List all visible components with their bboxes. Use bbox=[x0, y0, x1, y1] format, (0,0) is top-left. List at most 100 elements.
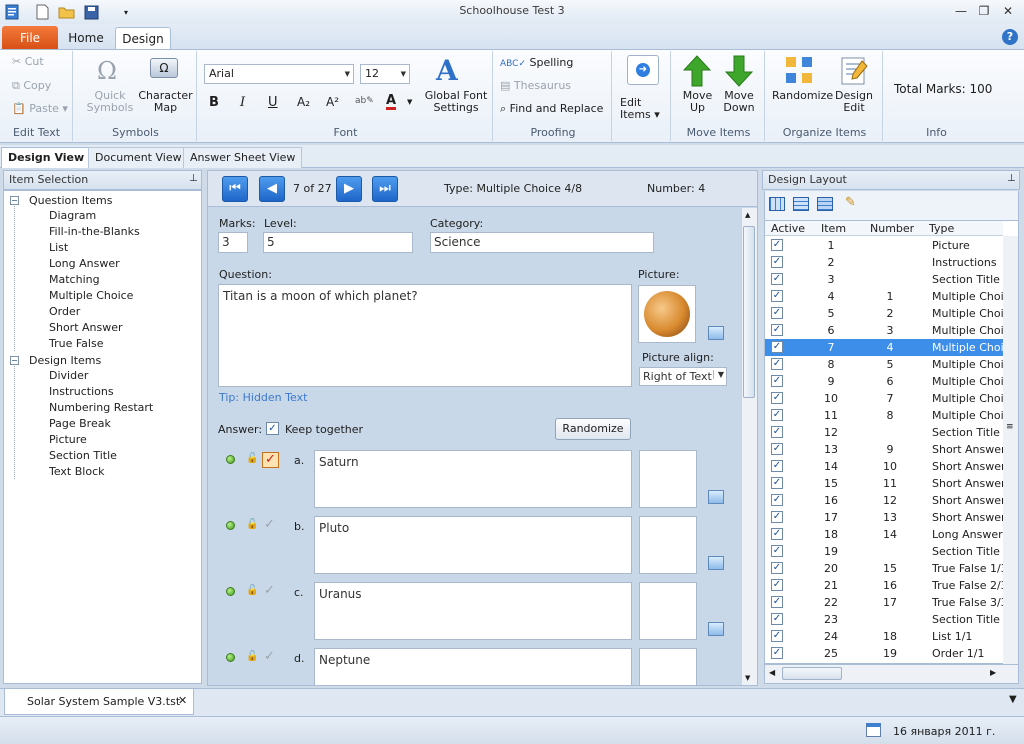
answer-picture[interactable] bbox=[639, 648, 697, 685]
active-checkbox[interactable]: ✓ bbox=[771, 528, 783, 540]
first-item-button[interactable]: ⏮ bbox=[222, 176, 248, 202]
font-color-button[interactable]: A bbox=[386, 94, 397, 110]
font-size-select[interactable]: 12 ▼ bbox=[360, 64, 410, 84]
answer-input[interactable]: Neptune bbox=[314, 648, 632, 685]
tab-home[interactable]: Home bbox=[62, 27, 110, 50]
subscript-button[interactable]: A₂ bbox=[297, 95, 310, 109]
grid-row[interactable]: ✓ 24 18 List 1/1 bbox=[765, 628, 1003, 645]
check-mark-icon[interactable]: ✓ bbox=[264, 583, 275, 598]
active-checkbox[interactable]: ✓ bbox=[771, 426, 783, 438]
question-picture[interactable] bbox=[638, 285, 696, 343]
tree-item-instructions[interactable]: Instructions bbox=[34, 384, 184, 400]
active-checkbox[interactable]: ✓ bbox=[771, 358, 783, 370]
question-input[interactable]: Titan is a moon of which planet? bbox=[218, 284, 632, 387]
tab-design[interactable]: Design bbox=[115, 27, 171, 50]
tree-item-section-title[interactable]: Section Title bbox=[34, 448, 184, 464]
tab-file[interactable]: File bbox=[2, 26, 58, 50]
hidden-text-tip[interactable]: Tip: Hidden Text bbox=[219, 391, 307, 404]
collapse-icon[interactable]: − bbox=[10, 196, 19, 205]
italic-button[interactable]: I bbox=[240, 95, 245, 110]
grid-row[interactable]: ✓ 13 9 Short Answer 1 bbox=[765, 441, 1012, 458]
active-checkbox[interactable]: ✓ bbox=[771, 341, 783, 353]
active-checkbox[interactable]: ✓ bbox=[771, 460, 783, 472]
active-checkbox[interactable]: ✓ bbox=[771, 511, 783, 523]
category-input[interactable]: Science bbox=[430, 232, 654, 253]
column-header-active[interactable]: Active bbox=[771, 221, 805, 236]
minimize-icon[interactable]: — bbox=[950, 4, 972, 20]
lock-icon[interactable]: 🔓 bbox=[246, 520, 258, 530]
font-name-select[interactable]: Arial ▼ bbox=[204, 64, 354, 84]
active-checkbox[interactable]: ✓ bbox=[771, 409, 783, 421]
chevron-down-icon[interactable]: ▼ bbox=[407, 98, 412, 106]
column-header-number[interactable]: Number bbox=[870, 221, 914, 236]
grid-row[interactable]: ✓ 8 5 Multiple Choice bbox=[765, 356, 1012, 373]
help-icon[interactable]: ? bbox=[1002, 29, 1018, 45]
move-down-button[interactable]: Move Down bbox=[720, 90, 758, 114]
tab-document-view[interactable]: Document View bbox=[88, 147, 189, 168]
insert-picture-icon[interactable] bbox=[708, 556, 724, 570]
grid-row[interactable]: ✓ 6 3 Multiple Choice bbox=[765, 322, 1012, 339]
find-replace-button[interactable]: ⌕ Find and Replace bbox=[500, 103, 603, 115]
close-tab-icon[interactable]: ✕ bbox=[178, 694, 187, 707]
grid-row[interactable]: ✓ 20 15 True False 1/3 bbox=[765, 560, 1008, 577]
correct-answer-checkbox[interactable]: ✓ bbox=[262, 452, 279, 468]
copy-button[interactable]: ⧉ Copy bbox=[12, 80, 51, 92]
active-checkbox[interactable]: ✓ bbox=[771, 494, 783, 506]
global-font-settings-button[interactable]: Global Font Settings bbox=[424, 90, 488, 114]
active-checkbox[interactable]: ✓ bbox=[771, 545, 783, 557]
collapse-icon[interactable]: − bbox=[10, 356, 19, 365]
tree-item-short-answer[interactable]: Short Answer bbox=[34, 320, 184, 336]
active-checkbox[interactable]: ✓ bbox=[771, 579, 783, 591]
edit-items-button[interactable]: Edit Items ▾ bbox=[620, 97, 666, 121]
insert-picture-icon[interactable] bbox=[708, 490, 724, 504]
active-checkbox[interactable]: ✓ bbox=[771, 477, 783, 489]
grid-row[interactable]: ✓ 17 13 Short Answer 5 bbox=[765, 509, 1012, 526]
grid-row[interactable]: ✓ 15 11 Short Answer 3 bbox=[765, 475, 1012, 492]
table-view-icon[interactable] bbox=[793, 197, 809, 211]
paste-button[interactable]: 📋 Paste ▾ bbox=[12, 103, 68, 115]
restore-icon[interactable]: ❐ bbox=[973, 4, 995, 20]
spelling-button[interactable]: ABC✓ Spelling bbox=[500, 57, 573, 70]
level-input[interactable]: 5 bbox=[263, 232, 413, 253]
answer-input[interactable]: Pluto bbox=[314, 516, 632, 574]
grid-row[interactable]: ✓ 4 1 Multiple Choice bbox=[765, 288, 1012, 305]
grid-row[interactable]: ✓ 11 8 Multiple Choice bbox=[765, 407, 1012, 424]
tree-item-numbering-restart[interactable]: Numbering Restart bbox=[34, 400, 184, 416]
grid-row[interactable]: ✓ 25 19 Order 1/1 bbox=[765, 645, 1003, 662]
last-item-button[interactable]: ⏭ bbox=[372, 176, 398, 202]
tree-item-true-false[interactable]: True False bbox=[34, 336, 184, 352]
tree-item-multiple-choice[interactable]: Multiple Choice bbox=[34, 288, 184, 304]
marks-input[interactable]: 3 bbox=[218, 232, 248, 253]
thesaurus-button[interactable]: ▤ Thesaurus bbox=[500, 80, 571, 92]
grid-row[interactable]: ✓ 7 4 Multiple Choice bbox=[765, 339, 1012, 356]
answer-picture[interactable] bbox=[639, 450, 697, 508]
tree-item-order[interactable]: Order bbox=[34, 304, 184, 320]
active-checkbox[interactable]: ✓ bbox=[771, 596, 783, 608]
check-mark-icon[interactable]: ✓ bbox=[264, 517, 275, 532]
scroll-left-icon[interactable]: ◀ bbox=[769, 668, 775, 677]
character-map-button[interactable]: Character Map bbox=[138, 90, 193, 114]
grid-hscroll-thumb[interactable] bbox=[782, 667, 842, 680]
picture-align-select[interactable]: Right of Text ▼ bbox=[639, 367, 727, 386]
document-tab[interactable]: Solar System Sample V3.tst ✕ bbox=[4, 689, 194, 715]
tree-item-page-break[interactable]: Page Break bbox=[34, 416, 184, 432]
list-view-icon[interactable] bbox=[817, 197, 833, 211]
tree-item-text-block[interactable]: Text Block bbox=[34, 464, 184, 480]
grid-row[interactable]: ✓ 2 Instructions bbox=[765, 254, 1003, 271]
highlight-icon[interactable]: ab✎ bbox=[355, 96, 374, 106]
lock-icon[interactable]: 🔓 bbox=[246, 652, 258, 662]
active-checkbox[interactable]: ✓ bbox=[771, 562, 783, 574]
underline-button[interactable]: U bbox=[268, 95, 278, 110]
next-item-button[interactable]: ▶ bbox=[336, 176, 362, 202]
tree-item-divider[interactable]: Divider bbox=[34, 368, 184, 384]
tree-item-matching[interactable]: Matching bbox=[34, 272, 184, 288]
active-checkbox[interactable]: ✓ bbox=[771, 290, 783, 302]
keep-together-checkbox[interactable]: ✓ bbox=[266, 422, 279, 435]
grid-row[interactable]: ✓ 18 14 Long Answer 1 bbox=[765, 526, 1012, 543]
scroll-right-icon[interactable]: ▶ bbox=[990, 668, 996, 677]
grid-row[interactable]: ✓ 22 17 True False 3/3 bbox=[765, 594, 1008, 611]
randomize-answers-button[interactable]: Randomize bbox=[555, 418, 631, 440]
active-checkbox[interactable]: ✓ bbox=[771, 273, 783, 285]
bold-button[interactable]: B bbox=[209, 95, 219, 110]
answer-picture[interactable] bbox=[639, 516, 697, 574]
